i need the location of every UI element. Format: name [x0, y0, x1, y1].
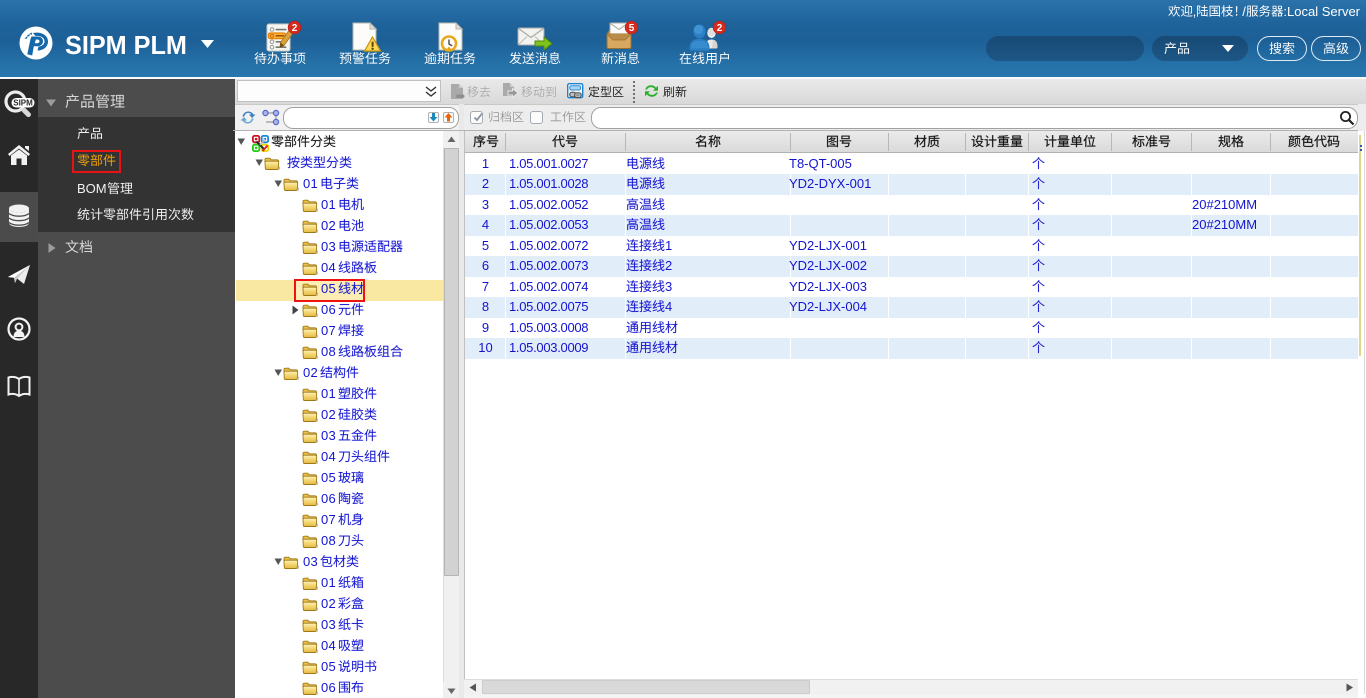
svg-text:5: 5 — [629, 23, 635, 34]
svg-text:2: 2 — [717, 23, 723, 34]
svg-text:SIPM: SIPM — [13, 98, 33, 107]
svg-text:2: 2 — [292, 23, 298, 34]
